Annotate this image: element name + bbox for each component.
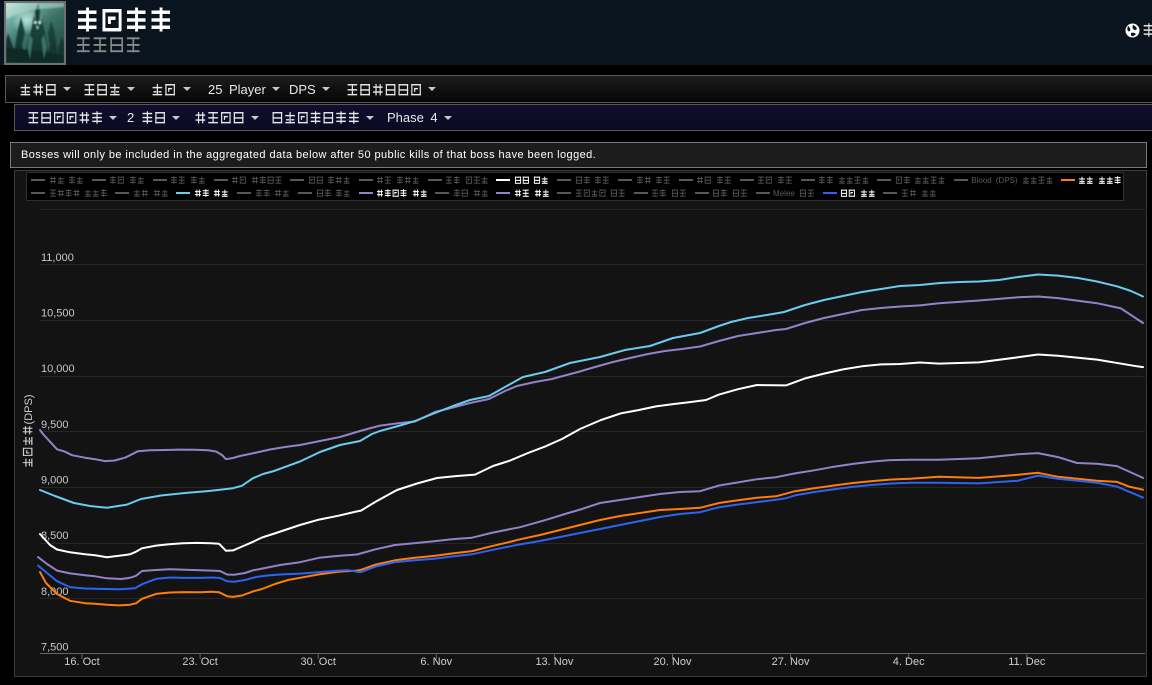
svg-text:10,000: 10,000 [41, 363, 75, 375]
svg-text:9,500: 9,500 [41, 419, 69, 431]
svg-text:11,000: 11,000 [41, 252, 74, 264]
svg-text:13. Nov: 13. Nov [535, 656, 573, 668]
svg-text:30. Oct: 30. Oct [300, 656, 335, 668]
svg-text:9,000: 9,000 [41, 475, 69, 487]
svg-text:11. Dec: 11. Dec [1008, 656, 1046, 668]
svg-text:7,500: 7,500 [41, 642, 69, 654]
svg-text:6. Nov: 6. Nov [420, 656, 452, 668]
svg-text:16. Oct: 16. Oct [64, 656, 99, 668]
svg-text:27. Nov: 27. Nov [772, 656, 810, 668]
svg-text:10,500: 10,500 [41, 308, 75, 320]
svg-text:23. Oct: 23. Oct [182, 656, 217, 668]
svg-text:4. Dec: 4. Dec [893, 656, 925, 668]
svg-text:20. Nov: 20. Nov [654, 656, 692, 668]
